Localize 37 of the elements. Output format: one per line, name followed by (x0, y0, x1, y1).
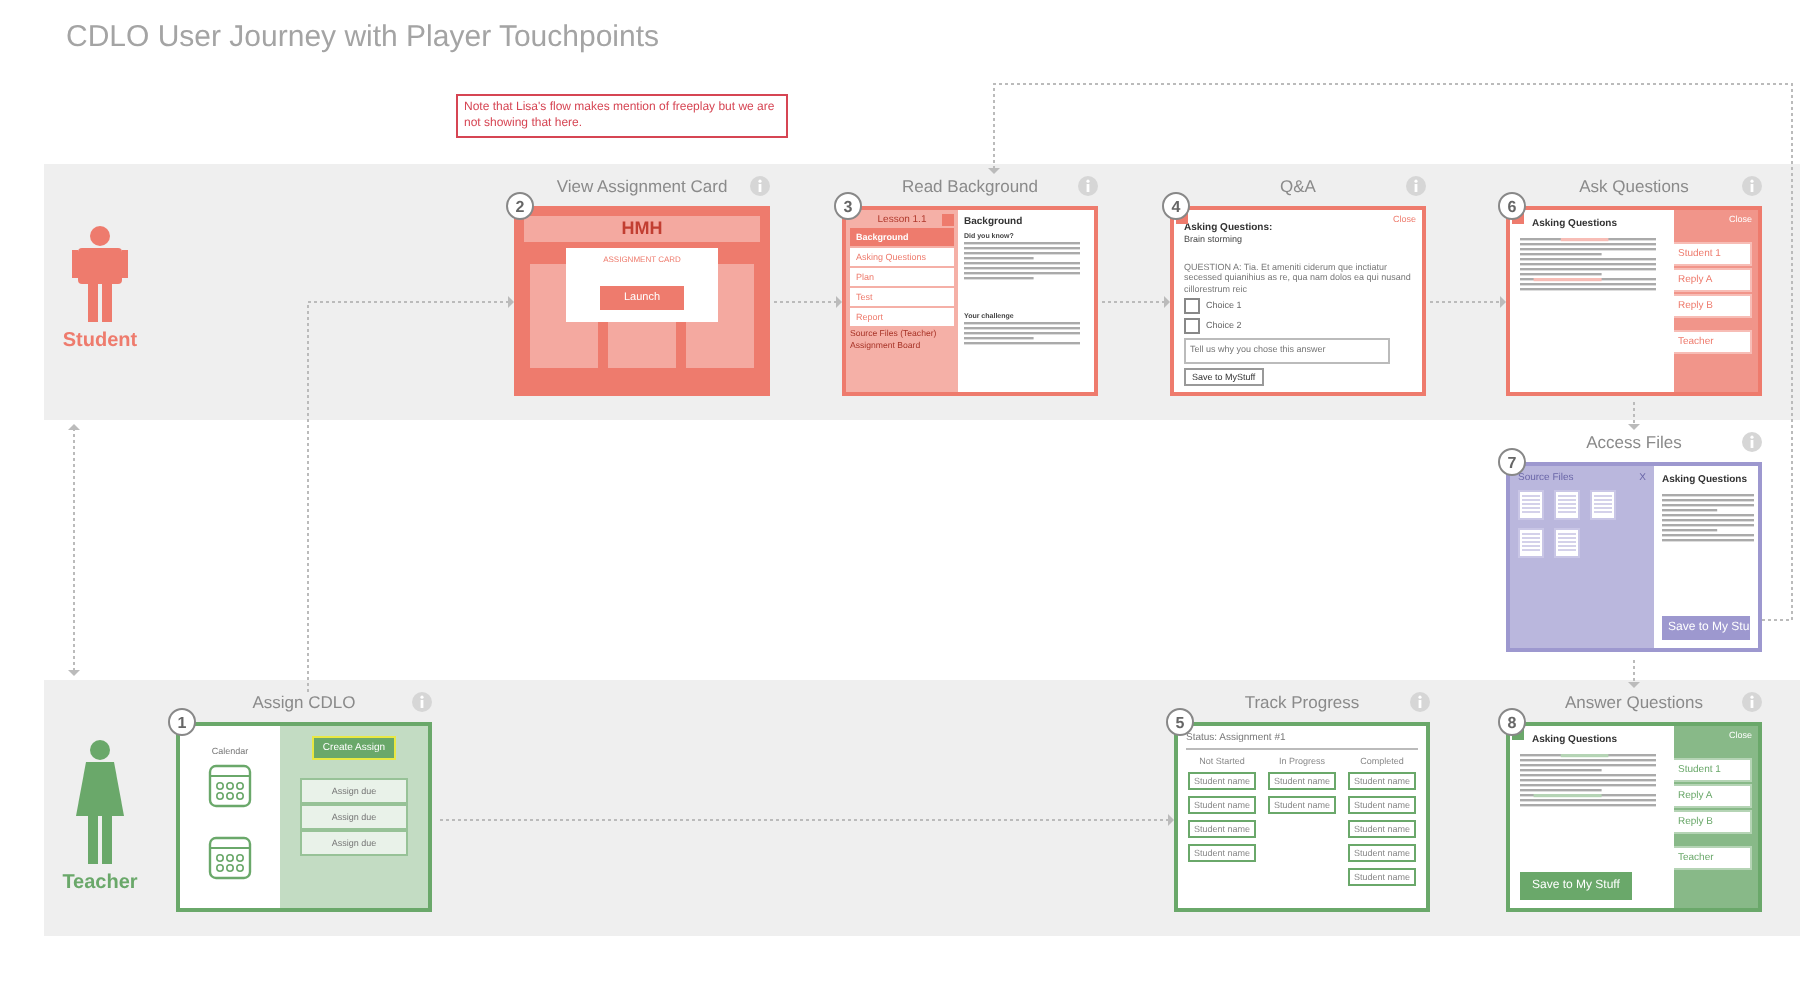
calendar-icon (208, 836, 252, 881)
document-icon (1518, 528, 1544, 558)
text-lines-drawing (1520, 238, 1656, 293)
info-icon[interactable] (1078, 176, 1098, 196)
step-title: Q&A (1280, 176, 1316, 196)
dotted-arrow (1628, 659, 1640, 688)
step-title: Assign CDLO (252, 692, 356, 712)
text-lines-drawing (1520, 754, 1656, 809)
text-lines-drawing (964, 242, 1080, 283)
brand-logo: HMH (621, 218, 663, 240)
document-icon (1518, 490, 1544, 520)
step-title: Track Progress (1244, 692, 1360, 712)
dotted-arrow (773, 296, 842, 308)
actor-label: Student (62, 330, 138, 352)
step-title: Answer Questions (1565, 692, 1703, 712)
page-title: CDLO User Journey with Player Touchpoints (64, 18, 662, 54)
choice-checkbox[interactable] (1184, 318, 1200, 334)
info-icon[interactable] (750, 176, 770, 196)
step-title: Read Background (901, 176, 1039, 196)
step-number: 7 (1498, 448, 1526, 476)
document-icon (1590, 490, 1616, 520)
calendar-icon (208, 764, 252, 809)
info-icon[interactable] (1406, 176, 1426, 196)
text-lines-drawing (964, 321, 1080, 347)
step-title: Access Files (1586, 432, 1682, 452)
info-icon[interactable] (1410, 692, 1430, 712)
document-icon (1554, 490, 1580, 520)
info-icon[interactable] (1742, 176, 1762, 196)
info-icon[interactable] (1742, 692, 1762, 712)
info-icon[interactable] (1742, 432, 1762, 452)
step-title: Ask Questions (1579, 176, 1689, 196)
document-icon (1554, 528, 1580, 558)
step-title: View Assignment Card (556, 176, 728, 196)
info-icon[interactable] (412, 692, 432, 712)
choice-checkbox[interactable] (1184, 298, 1200, 314)
text-lines-drawing (1662, 494, 1754, 544)
actor-label: Teacher (62, 872, 138, 894)
